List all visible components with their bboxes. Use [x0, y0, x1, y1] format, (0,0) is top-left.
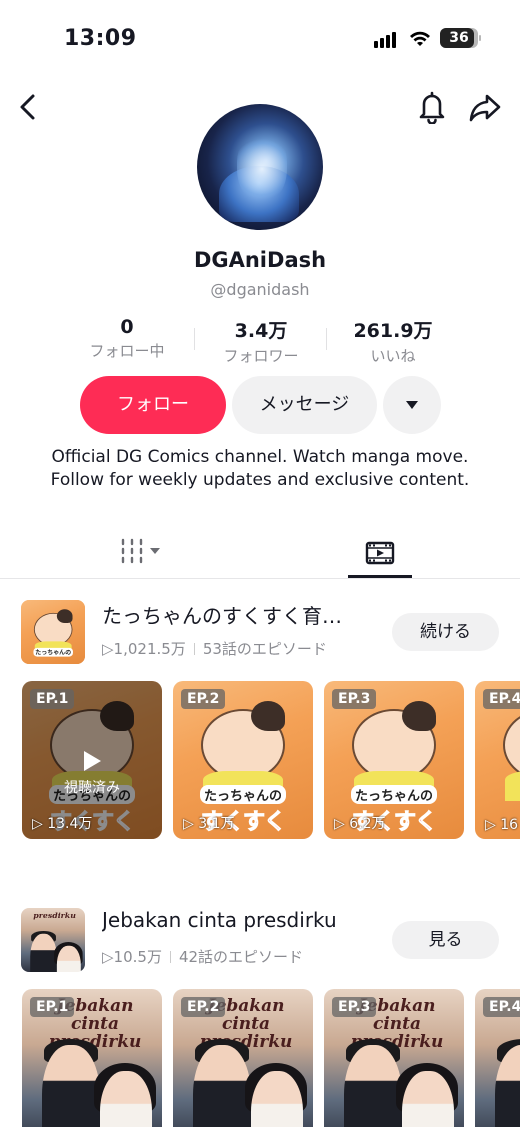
- cover-title: たっちゃんの: [199, 785, 286, 804]
- wifi-icon: [410, 31, 430, 46]
- episode-card[interactable]: たっちゃんの すくすく 視聴済み EP.1 ▷ 13.4万: [22, 681, 162, 839]
- episode-card[interactable]: EP.4 ▷ 16: [475, 681, 520, 839]
- episode-views: ▷ 6.2万: [334, 816, 386, 832]
- episode-badge: EP.2: [181, 689, 226, 709]
- share-icon[interactable]: [468, 90, 502, 124]
- play-count-icon: ▷: [102, 948, 114, 966]
- episode-views: ▷ 16: [485, 817, 519, 833]
- series-meta: ▷10.5万 42話のエピソード: [102, 946, 303, 967]
- episode-card[interactable]: Jebakan cinta presdirku EP.2: [173, 989, 313, 1127]
- cellular-signal-icon: [374, 30, 400, 48]
- episode-card[interactable]: Jebakan cinta presdirku EP.1: [22, 989, 162, 1127]
- episode-card[interactable]: たっちゃんの すくすく EP.3 ▷ 6.2万: [324, 681, 464, 839]
- stat-likes[interactable]: 261.9万 いいね: [328, 316, 458, 366]
- tab-videos-grid-icon[interactable]: [118, 538, 164, 564]
- follow-button[interactable]: フォロー: [80, 376, 226, 434]
- series-episodes: 42話のエピソード: [178, 948, 304, 966]
- stat-label: フォロワー: [223, 347, 299, 365]
- tab-playlist-icon[interactable]: [348, 532, 412, 578]
- avatar[interactable]: [197, 104, 323, 230]
- series-cover[interactable]: たっちゃんの: [21, 600, 85, 664]
- stat-following[interactable]: 0 フォロー中: [62, 316, 192, 361]
- episode-row: Jebakan cinta presdirku EP.1 Jebakan cint…: [0, 989, 520, 1127]
- battery-level: 36: [449, 30, 469, 46]
- episode-badge: EP.4: [483, 997, 520, 1017]
- message-button[interactable]: メッセージ: [232, 376, 377, 434]
- series-views: 1,021.5万: [113, 640, 186, 658]
- cover-title: presdirku: [33, 911, 76, 921]
- stat-followers[interactable]: 3.4万 フォロワー: [196, 316, 326, 366]
- episode-views: ▷ 3.1万: [183, 816, 235, 832]
- play-icon: [84, 751, 101, 771]
- series-title[interactable]: Jebakan cinta presdirku: [102, 908, 382, 932]
- cover-title: たっちゃんの: [350, 785, 437, 804]
- profile-bio: Official DG Comics channel. Watch manga …: [50, 447, 470, 490]
- stat-label: フォロー中: [89, 342, 165, 360]
- stat-value: 0: [120, 316, 134, 338]
- series-episodes: 53話のエピソード: [202, 640, 327, 658]
- series-cover[interactable]: presdirku: [21, 908, 85, 972]
- continue-button[interactable]: 続ける: [392, 613, 499, 651]
- play-count-icon: ▷: [102, 640, 114, 658]
- divider: [326, 328, 327, 350]
- display-name: DGAniDash: [193, 248, 327, 272]
- back-arrow-icon[interactable]: [14, 92, 44, 122]
- watch-button[interactable]: 見る: [392, 921, 499, 959]
- episode-row: たっちゃんの すくすく 視聴済み EP.1 ▷ 13.4万 たっちゃんの すくすく …: [0, 681, 520, 841]
- more-options-button[interactable]: [383, 376, 441, 434]
- battery-icon: 36: [440, 28, 481, 48]
- stat-value: 3.4万: [234, 320, 288, 342]
- profile-stats: 0 フォロー中 3.4万 フォロワー 261.9万 いいね: [60, 316, 460, 366]
- status-bar: 13:09 36: [0, 0, 520, 80]
- episode-card[interactable]: EP.4: [475, 989, 520, 1127]
- divider: [194, 328, 195, 350]
- stat-label: いいね: [370, 347, 416, 365]
- username-handle: @dganidash: [210, 280, 310, 299]
- episode-badge: EP.3: [332, 689, 377, 709]
- cover-title: たっちゃんの: [33, 647, 73, 657]
- bell-icon[interactable]: [416, 90, 448, 124]
- stat-value: 261.9万: [353, 320, 433, 342]
- status-time: 13:09: [64, 26, 137, 51]
- series-title[interactable]: たっちゃんのすくすく育…: [102, 600, 382, 629]
- episode-badge: EP.3: [332, 997, 377, 1017]
- episode-card[interactable]: Jebakan cinta presdirku EP.3: [324, 989, 464, 1127]
- episode-badge: EP.4: [483, 689, 520, 709]
- episode-badge: EP.2: [181, 997, 226, 1017]
- watched-label: 視聴済み: [64, 780, 120, 796]
- episode-card[interactable]: たっちゃんの すくすく EP.2 ▷ 3.1万: [173, 681, 313, 839]
- series-meta: ▷1,021.5万 53話のエピソード: [102, 638, 327, 659]
- episode-views: ▷ 13.4万: [32, 816, 93, 832]
- episode-badge: EP.1: [30, 689, 75, 709]
- series-views: 10.5万: [113, 948, 162, 966]
- episode-badge: EP.1: [30, 997, 75, 1017]
- tab-divider: [0, 578, 520, 579]
- caret-down-icon: [406, 401, 418, 409]
